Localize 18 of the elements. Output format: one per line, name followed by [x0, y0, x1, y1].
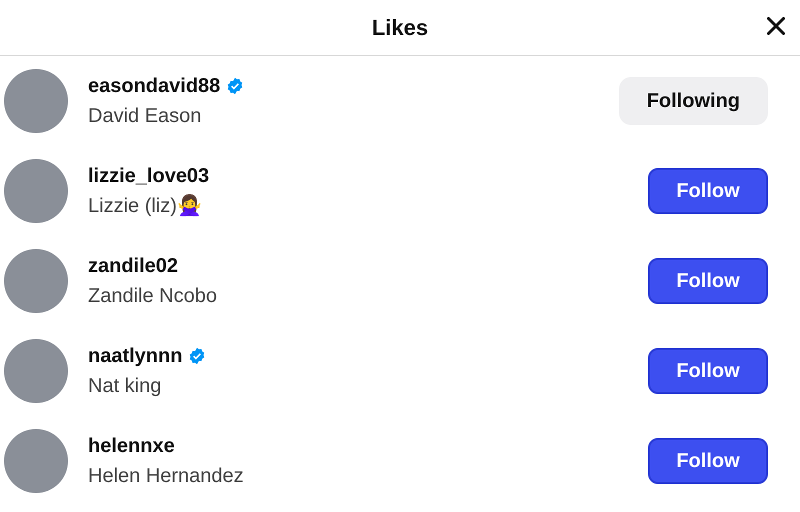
- dialog-title: Likes: [372, 14, 428, 42]
- username[interactable]: helennxe: [88, 431, 175, 461]
- username[interactable]: zandile02: [88, 251, 178, 281]
- username[interactable]: lizzie_love03: [88, 161, 210, 191]
- full-name: Helen Hernandez: [88, 464, 245, 489]
- follow-button[interactable]: Follow: [648, 168, 768, 214]
- full-name: David Eason: [88, 104, 202, 129]
- full-name: Lizzie (liz)🙅‍♀: [88, 193, 203, 219]
- username[interactable]: easondavid88: [88, 71, 220, 101]
- following-button[interactable]: Following: [618, 77, 768, 125]
- full-name: Nat king: [88, 374, 162, 399]
- follow-button[interactable]: Follow: [648, 438, 768, 484]
- username[interactable]: naatlynnn: [88, 341, 182, 371]
- full-name: Zandile Ncobo: [88, 284, 218, 309]
- verified-badge-icon: [188, 347, 206, 365]
- follow-button[interactable]: Follow: [648, 258, 768, 304]
- follow-button[interactable]: Follow: [648, 348, 768, 394]
- verified-badge-icon: [226, 77, 244, 95]
